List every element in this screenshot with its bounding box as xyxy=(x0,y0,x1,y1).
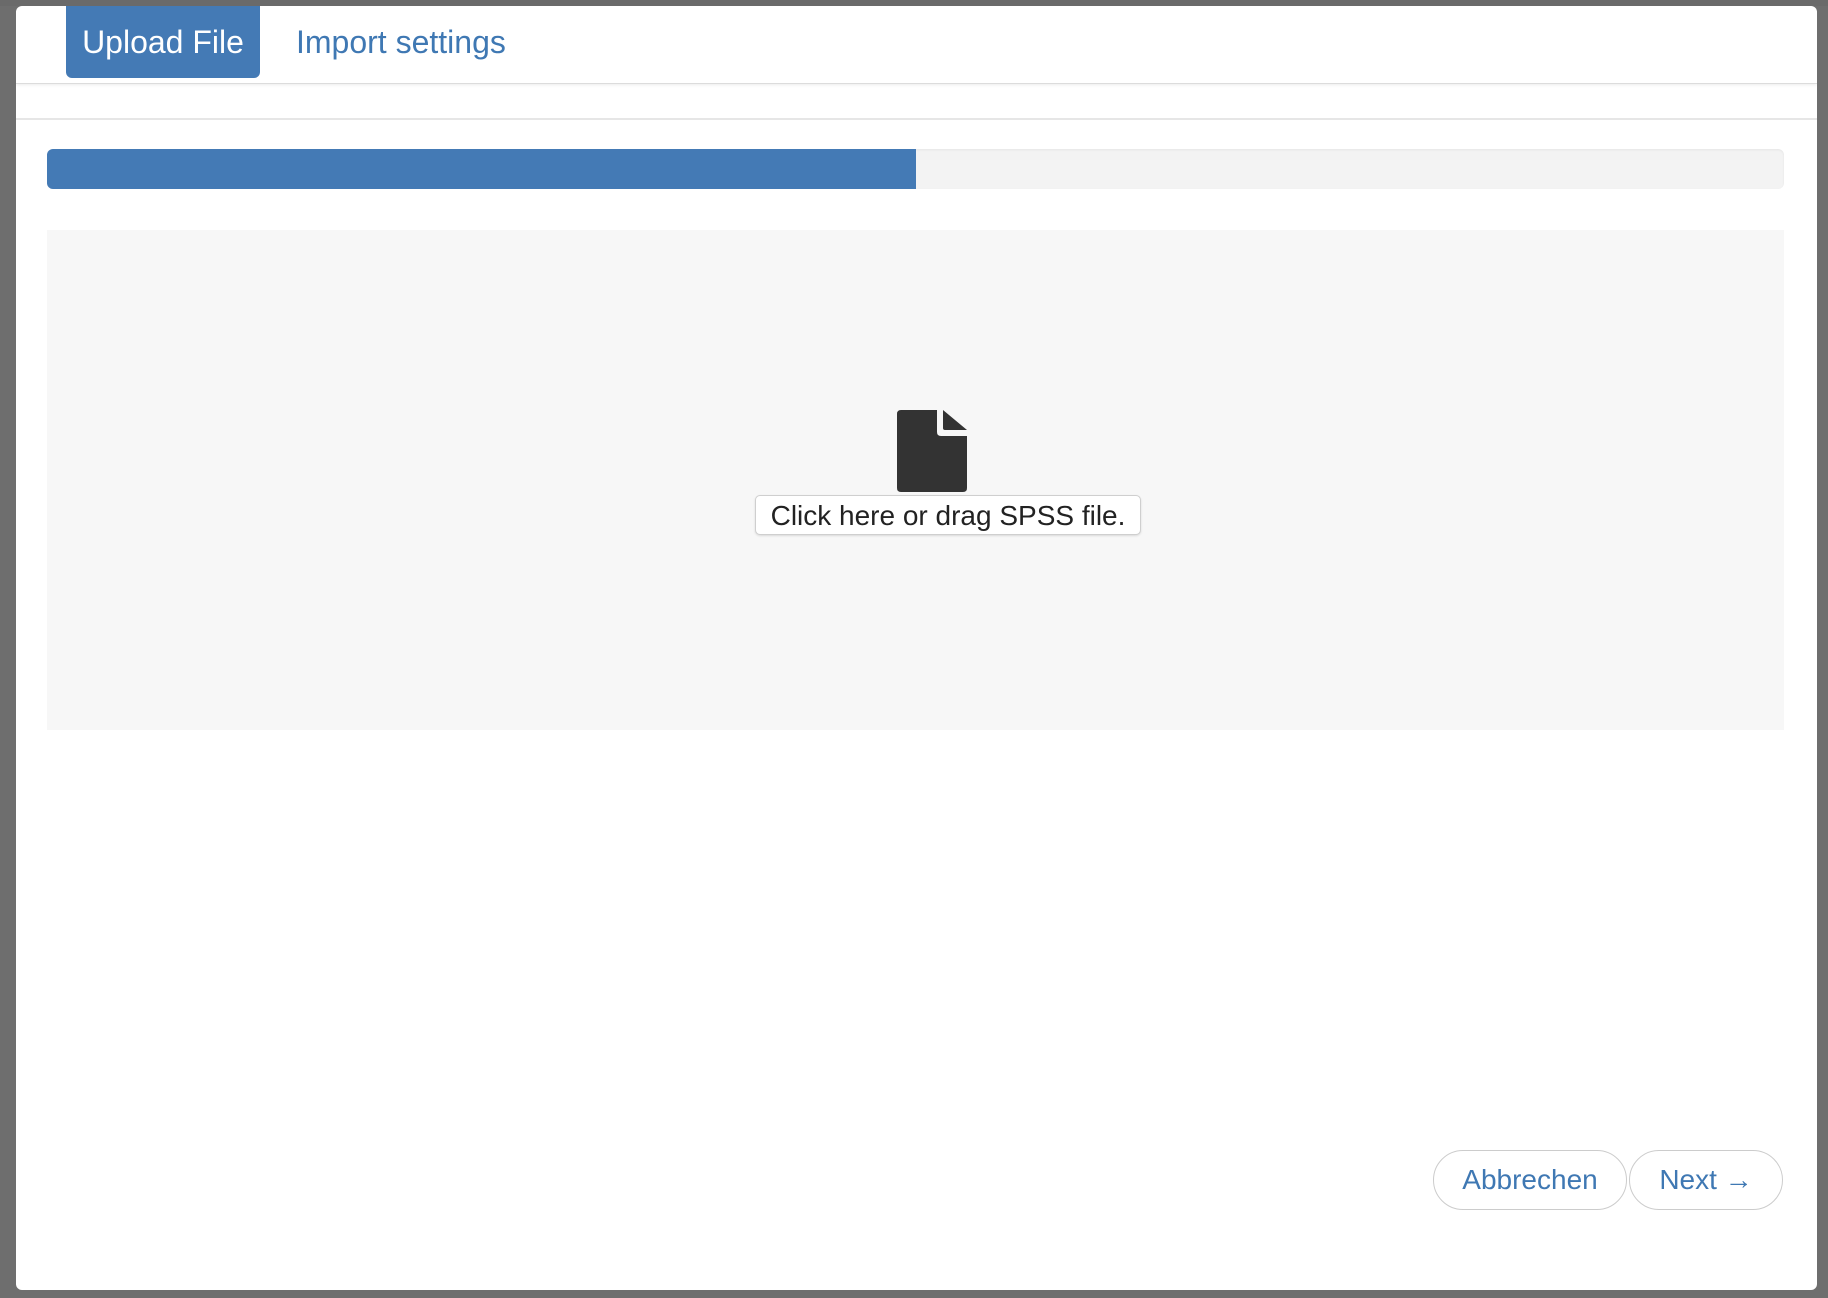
file-icon xyxy=(897,410,967,492)
tab-upload-file[interactable]: Upload File xyxy=(66,6,260,78)
upload-progress-bar xyxy=(47,149,1784,189)
next-button[interactable]: Next → xyxy=(1629,1150,1783,1210)
file-dropzone[interactable]: Click here or drag SPSS file. xyxy=(47,230,1784,730)
header-divider xyxy=(16,118,1817,120)
progress-fill xyxy=(47,149,916,189)
dropzone-label[interactable]: Click here or drag SPSS file. xyxy=(755,495,1141,535)
tab-import-settings[interactable]: Import settings xyxy=(280,6,522,78)
wizard-tab-bar: Upload File Import settings xyxy=(16,6,1817,84)
import-dialog: Upload File Import settings Click here o… xyxy=(16,6,1817,1290)
cancel-button[interactable]: Abbrechen xyxy=(1433,1150,1627,1210)
